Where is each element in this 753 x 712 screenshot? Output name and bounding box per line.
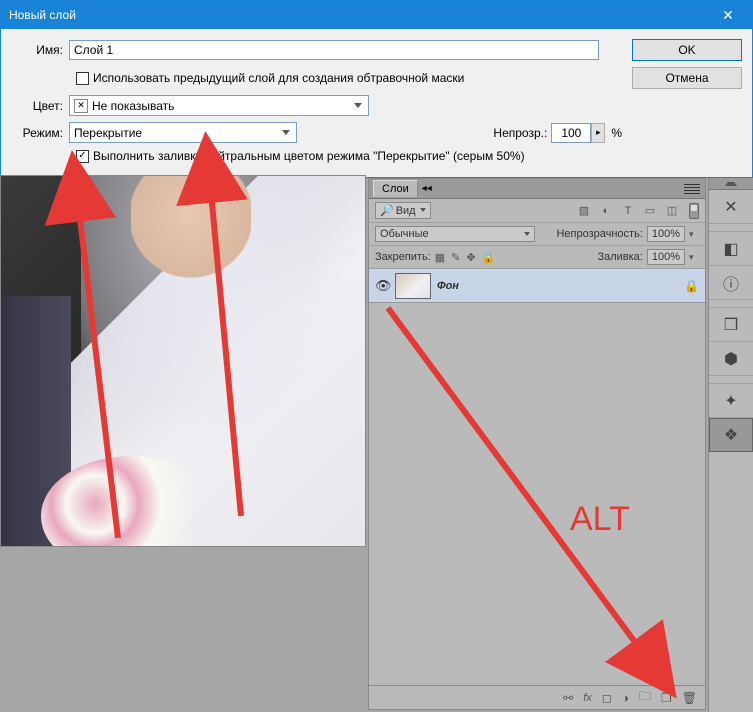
mode-value: Перекрытие [74,126,142,140]
visibility-eye-icon[interactable]: 👁 [375,278,389,294]
opacity-unit: % [611,126,622,140]
lock-transparent-icon[interactable]: ▦ [435,251,445,264]
lock-label: Закрепить: [375,251,431,263]
tools-options-icon[interactable]: ✕ [709,190,753,224]
fill-input-panel[interactable]: 100% [647,249,685,265]
adjustment-layer-icon[interactable]: ◑ [622,691,629,705]
link-layers-icon[interactable]: ⚯ [563,691,573,705]
dialog-title: Новый слой [9,8,708,22]
blend-mode-value: Обычные [380,228,429,240]
layer-name[interactable]: Фон [437,280,459,292]
fx-icon[interactable]: fx [583,692,592,704]
clip-mask-label: Использовать предыдущий слой для создани… [93,71,464,85]
dialog-titlebar[interactable]: Новый слой ✕ [1,1,752,29]
opacity-arrow-icon[interactable]: ▸ [591,123,605,143]
filter-kind-label: Вид [396,205,416,217]
cancel-button[interactable]: Отмена [632,67,742,89]
close-icon[interactable]: ✕ [708,3,748,27]
filter-adjust-icon[interactable]: ◐ [599,204,613,218]
fill-neutral-checkbox[interactable] [76,150,89,163]
filter-smart-icon[interactable]: ◫ [665,204,679,218]
opacity-input-panel[interactable]: 100% [647,226,685,242]
layer-list: 👁 Фон 🔒 [369,269,705,685]
filter-pixel-icon[interactable]: ▧ [577,204,591,218]
panel-menu-icon[interactable] [683,182,701,196]
color-select[interactable]: ✕ Не показывать [69,95,369,116]
filter-type-icon[interactable]: T [621,204,635,218]
layers-panel: Слои ◂◂ 🔎Вид ▧ ◐ T ▭ ◫ Обычные Непрозрач… [368,178,706,710]
cube-3d-icon[interactable]: ❒ [709,308,753,342]
paths-icon[interactable]: ✦ [709,384,753,418]
opacity-drop-icon[interactable]: ▾ [689,229,699,240]
layers-tab[interactable]: Слои [373,180,418,197]
fill-drop-icon[interactable]: ▾ [689,252,699,263]
layers-dock-icon[interactable]: ❖ [709,418,753,452]
mode-label: Режим: [11,126,69,140]
name-input[interactable] [69,40,599,60]
filter-shape-icon[interactable]: ▭ [643,204,657,218]
x-icon: ✕ [74,99,88,113]
opacity-label: Непрозр.: [493,126,547,140]
lock-all-icon[interactable]: 🔒 [482,251,496,264]
delete-layer-icon[interactable]: 🗑 [682,691,697,705]
properties-icon[interactable]: ◧ [709,232,753,266]
collapse-left-icon[interactable]: ◂◂ [422,183,434,194]
canvas-image[interactable] [0,175,366,547]
lock-move-icon[interactable]: ✥ [466,251,475,264]
new-layer-icon[interactable]: ❐ [661,691,672,705]
filter-toggle[interactable] [689,203,699,219]
opacity-label-panel: Непрозрачность: [556,228,642,240]
blend-mode-select[interactable]: Обычные [375,226,535,242]
layer-thumbnail[interactable] [395,273,431,299]
fill-label-panel: Заливка: [597,251,642,263]
layer-lock-icon[interactable]: 🔒 [684,279,699,293]
opacity-input[interactable] [551,123,591,143]
dock-collapse-icon[interactable] [709,178,753,190]
new-layer-dialog: Новый слой ✕ Имя: OK Использовать предыд… [0,0,753,178]
canvas-paste-area [0,547,366,712]
color-icon[interactable]: ⬢ [709,342,753,376]
name-label: Имя: [11,43,69,57]
mode-select[interactable]: Перекрытие [69,122,297,143]
filter-kind-select[interactable]: 🔎Вид [375,202,431,219]
clip-mask-checkbox[interactable] [76,72,89,85]
fill-neutral-label: Выполнить заливку нейтральным цветом реж… [93,149,525,163]
color-value: Не показывать [92,99,174,113]
right-dock-strip: ✕ ◧ ⓘ ❒ ⬢ ✦ ❖ [708,178,753,712]
lock-paint-icon[interactable]: ✎ [451,251,460,264]
ok-button[interactable]: OK [632,39,742,61]
color-label: Цвет: [11,99,69,113]
mask-icon[interactable]: ◻ [602,691,612,705]
layer-item-background[interactable]: 👁 Фон 🔒 [369,269,705,303]
info-icon[interactable]: ⓘ [709,266,753,300]
group-icon[interactable]: 🗀 [639,687,651,708]
